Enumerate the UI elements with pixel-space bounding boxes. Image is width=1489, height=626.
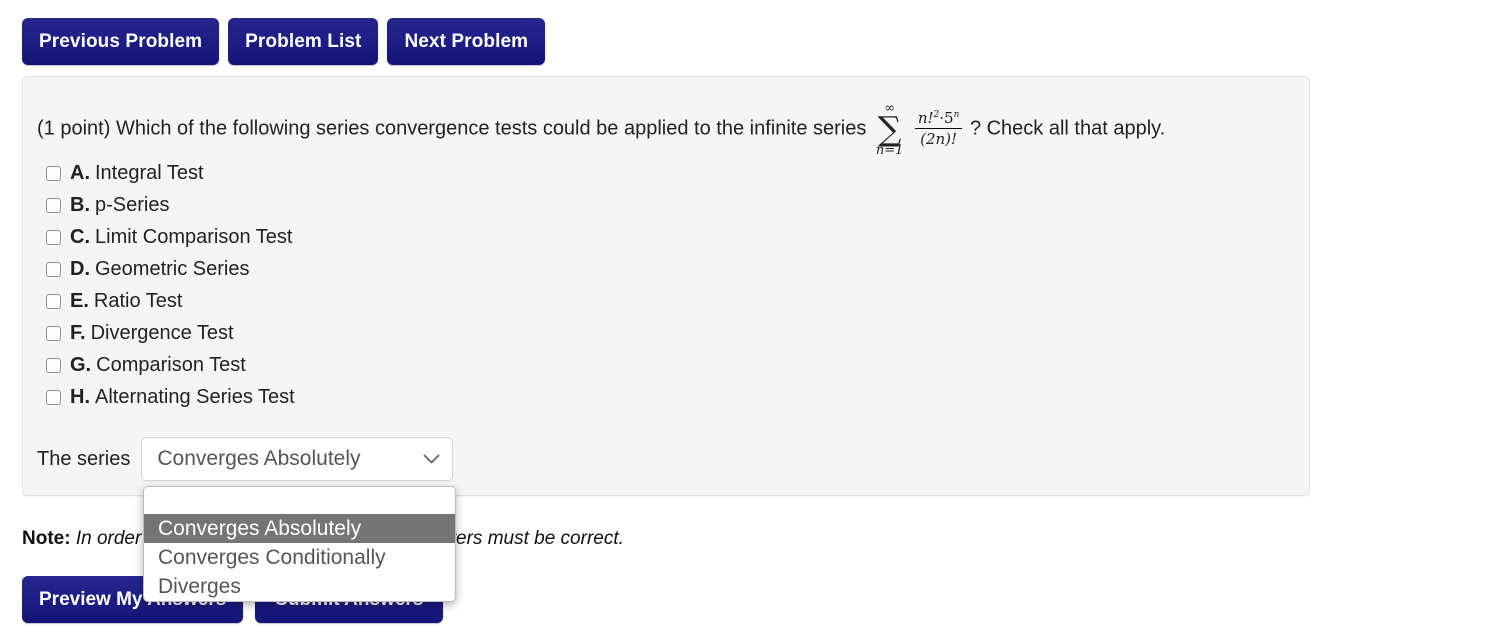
series-answer-row: The series Converges Absolutely xyxy=(37,437,454,481)
fraction-numerator: n!2·5n xyxy=(914,109,963,129)
dropdown-option-converges-conditionally[interactable]: Converges Conditionally xyxy=(144,543,455,572)
choice-letter-d: D. xyxy=(70,257,90,280)
choice-label-b: p-Series xyxy=(95,193,170,216)
choice-row-e[interactable]: E. Ratio Test xyxy=(37,285,295,317)
choice-row-a[interactable]: A. Integral Test xyxy=(37,157,295,189)
dropdown-option-diverges[interactable]: Diverges xyxy=(144,572,455,601)
checkbox-b[interactable] xyxy=(46,197,61,213)
question-text: (1 point) Which of the following series … xyxy=(37,102,1299,158)
answer-choice-list: A. Integral Test B. p-Series C. Limit Co… xyxy=(37,157,295,413)
summation-symbol: ∞ ∑ n=1 xyxy=(875,102,904,158)
numerator-rest-exponent: n xyxy=(953,110,960,120)
series-label: The series xyxy=(37,447,131,470)
convergence-select-dropdown[interactable]: Converges Absolutely Converges Condition… xyxy=(143,486,456,602)
choice-letter-c: C. xyxy=(70,225,90,248)
series-expression: ∞ ∑ n=1 n!2·5n (2n)! xyxy=(875,102,963,158)
numerator-base: n! xyxy=(917,109,934,127)
convergence-select[interactable]: Converges Absolutely xyxy=(141,437,454,481)
checkbox-a[interactable] xyxy=(46,165,61,181)
choice-letter-b: B. xyxy=(70,193,90,216)
fraction: n!2·5n (2n)! xyxy=(914,109,963,148)
previous-problem-button[interactable]: Previous Problem xyxy=(22,18,220,65)
choice-label-c: Limit Comparison Test xyxy=(95,225,293,248)
dropdown-option-converges-absolutely[interactable]: Converges Absolutely xyxy=(144,514,455,543)
choice-letter-h: H. xyxy=(70,385,90,408)
problem-page: Previous Problem Problem List Next Probl… xyxy=(0,0,1489,626)
checkbox-e[interactable] xyxy=(46,293,61,309)
choice-label-f: Divergence Test xyxy=(90,321,234,344)
choice-letter-g: G. xyxy=(70,353,92,376)
choice-label-h: Alternating Series Test xyxy=(95,385,295,408)
choice-letter-e: E. xyxy=(70,289,89,312)
choice-row-h[interactable]: H. Alternating Series Test xyxy=(37,381,295,413)
question-prompt: Which of the following series convergenc… xyxy=(115,117,867,140)
chevron-down-icon xyxy=(418,454,444,465)
checkbox-f[interactable] xyxy=(46,325,61,341)
choice-row-c[interactable]: C. Limit Comparison Test xyxy=(37,221,295,253)
convergence-select-value: Converges Absolutely xyxy=(157,447,361,470)
problem-panel: (1 point) Which of the following series … xyxy=(22,76,1310,496)
question-suffix: ? Check all that apply. xyxy=(969,117,1166,140)
fraction-denominator: (2n)! xyxy=(920,130,958,148)
checkbox-d[interactable] xyxy=(46,261,61,277)
numerator-rest: ·5 xyxy=(939,109,954,127)
choice-label-e: Ratio Test xyxy=(93,289,183,312)
checkbox-h[interactable] xyxy=(46,389,61,405)
dropdown-option-blank[interactable] xyxy=(144,487,455,514)
choice-label-a: Integral Test xyxy=(95,161,204,184)
choice-row-f[interactable]: F. Divergence Test xyxy=(37,317,295,349)
checkbox-g[interactable] xyxy=(46,357,61,373)
choice-label-d: Geometric Series xyxy=(95,257,250,280)
problem-navigation-bar: Previous Problem Problem List Next Probl… xyxy=(22,18,546,65)
problem-list-button[interactable]: Problem List xyxy=(228,18,379,65)
sigma-icon: ∑ xyxy=(877,109,902,148)
sum-lower-limit: n=1 xyxy=(875,143,904,158)
choice-row-d[interactable]: D. Geometric Series xyxy=(37,253,295,285)
next-problem-button[interactable]: Next Problem xyxy=(387,18,546,65)
choice-label-g: Comparison Test xyxy=(96,353,246,376)
choice-letter-f: F. xyxy=(70,321,86,344)
choice-row-g[interactable]: G. Comparison Test xyxy=(37,349,295,381)
note-prefix: Note: xyxy=(22,528,71,549)
checkbox-c[interactable] xyxy=(46,229,61,245)
choice-row-b[interactable]: B. p-Series xyxy=(37,189,295,221)
choice-letter-a: A. xyxy=(70,161,90,184)
points-label: (1 point) xyxy=(37,117,111,140)
